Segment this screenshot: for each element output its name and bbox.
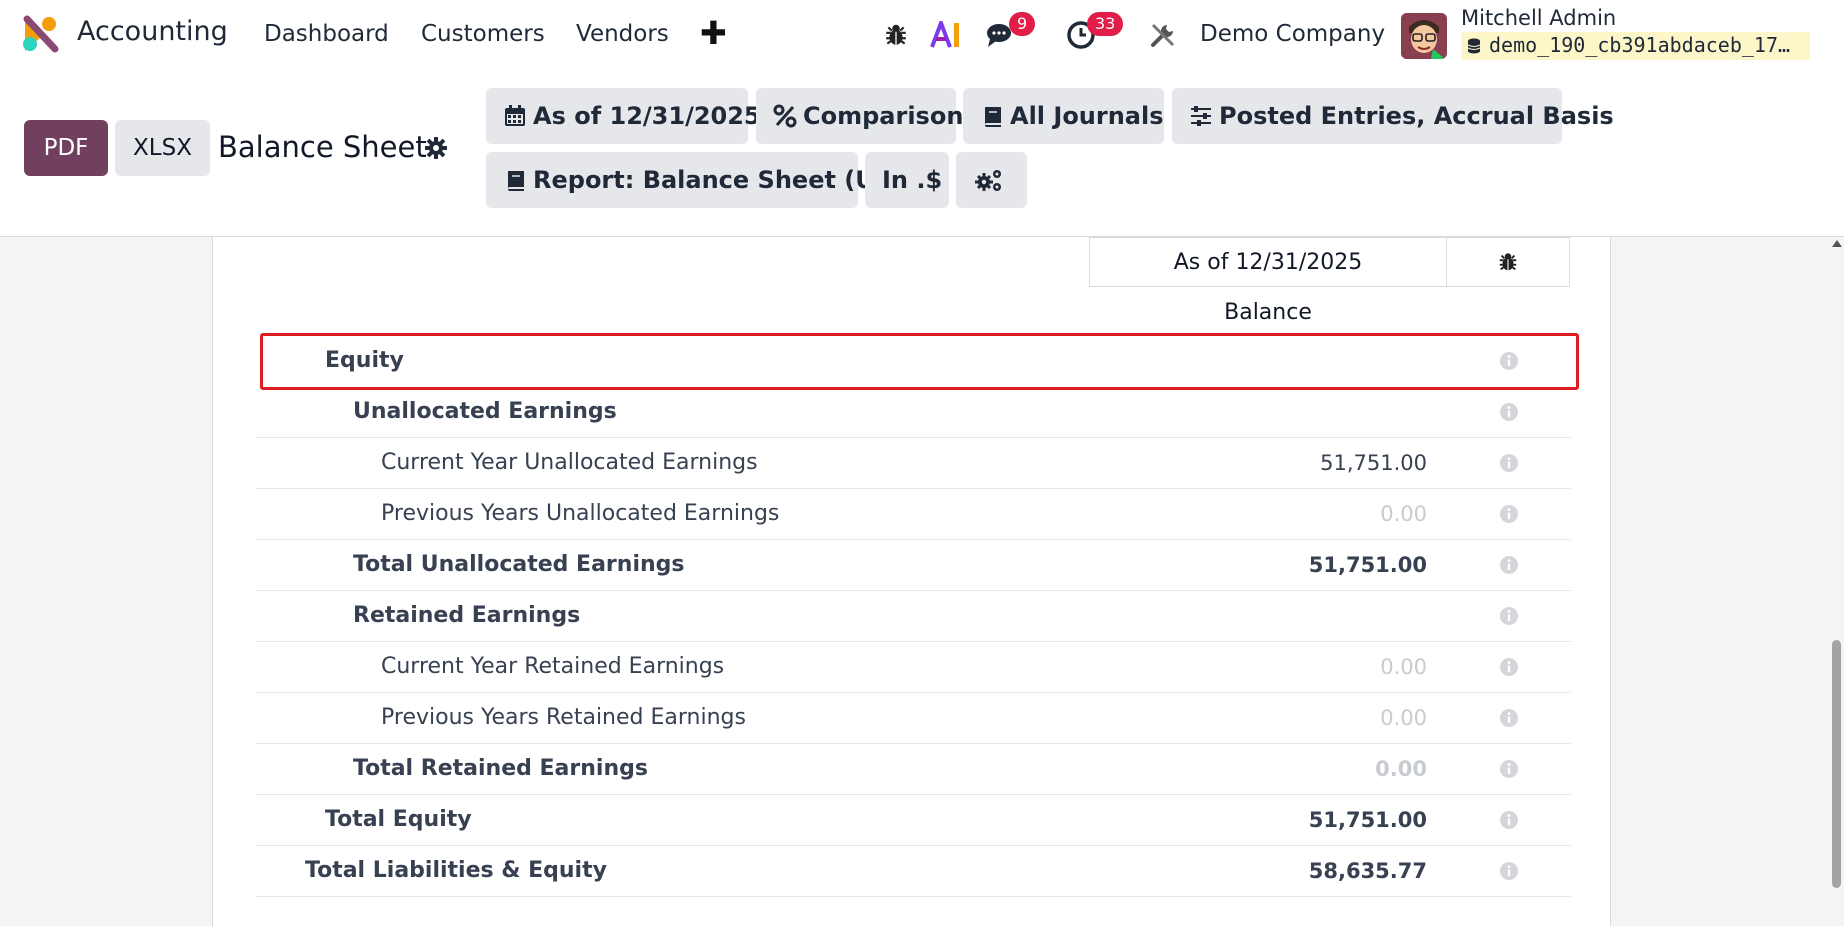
ai-icon[interactable] xyxy=(930,18,964,52)
report-line-row[interactable]: Retained Earnings xyxy=(256,591,1571,642)
line-amount[interactable]: 0.00 xyxy=(1375,757,1427,781)
report-variant-label: Report: Balance Sheet (US) xyxy=(533,166,904,194)
book-icon xyxy=(985,107,1001,127)
plus-icon[interactable]: ✚ xyxy=(700,14,727,52)
info-icon[interactable] xyxy=(1499,606,1519,626)
xlsx-button[interactable]: XLSX xyxy=(115,120,210,176)
info-icon[interactable] xyxy=(1499,402,1519,422)
database-name: demo_190_cb391abdaceb_17… xyxy=(1489,33,1791,57)
report-line-row[interactable]: Current Year Retained Earnings 0.00 xyxy=(256,642,1571,693)
report-line-row[interactable]: Total Liabilities & Equity 58,635.77 xyxy=(256,846,1571,897)
menu-customers[interactable]: Customers xyxy=(421,21,545,47)
info-icon[interactable] xyxy=(1499,810,1519,830)
currency-label: In .$ xyxy=(882,166,943,194)
line-label[interactable]: Previous Years Retained Earnings xyxy=(381,705,746,730)
info-icon[interactable] xyxy=(1499,504,1519,524)
journals-filter-button[interactable]: All Journals xyxy=(963,88,1164,144)
currency-button[interactable]: In .$ xyxy=(865,152,949,208)
comparison-filter-label: Comparison xyxy=(803,102,964,130)
activities-badge: 33 xyxy=(1087,12,1124,36)
info-icon[interactable] xyxy=(1499,555,1519,575)
line-label[interactable]: Unallocated Earnings xyxy=(353,399,617,424)
report-line-row[interactable]: Total Retained Earnings 0.00 xyxy=(256,744,1571,795)
line-amount[interactable]: 51,751.00 xyxy=(1309,553,1427,577)
database-chip: demo_190_cb391abdaceb_17… xyxy=(1461,32,1810,60)
messages-badge: 9 xyxy=(1009,12,1036,36)
line-label[interactable]: Total Unallocated Earnings xyxy=(353,552,685,577)
journals-filter-label: All Journals xyxy=(1010,102,1164,130)
comparison-filter-button[interactable]: Comparison xyxy=(756,88,963,144)
line-label[interactable]: Retained Earnings xyxy=(353,603,580,628)
line-label[interactable]: Current Year Retained Earnings xyxy=(381,654,724,679)
line-label[interactable]: Equity xyxy=(325,348,404,373)
scroll-up-arrow[interactable] xyxy=(1832,240,1842,247)
line-label[interactable]: Total Retained Earnings xyxy=(353,756,648,781)
info-icon[interactable] xyxy=(1499,453,1519,473)
column-header-date: As of 12/31/2025 xyxy=(1089,237,1447,287)
database-icon xyxy=(1467,38,1481,54)
sliders-icon xyxy=(1191,106,1211,126)
info-icon[interactable] xyxy=(1499,351,1519,371)
scrollbar-thumb[interactable] xyxy=(1832,640,1841,888)
info-icon[interactable] xyxy=(1499,759,1519,779)
options-filter-label: Posted Entries, Accrual Basis xyxy=(1219,102,1614,130)
top-navbar: Accounting Dashboard Customers Vendors ✚… xyxy=(0,0,1844,70)
options-filter-button[interactable]: Posted Entries, Accrual Basis xyxy=(1172,88,1614,144)
report-line-row[interactable]: Previous Years Retained Earnings 0.00 xyxy=(256,693,1571,744)
user-avatar[interactable] xyxy=(1401,13,1447,59)
control-panel: PDF XLSX Balance Sheet As of 12/31/2025 … xyxy=(0,70,1844,237)
menu-vendors[interactable]: Vendors xyxy=(576,21,669,47)
line-amount[interactable]: 0.00 xyxy=(1380,706,1427,730)
info-icon[interactable] xyxy=(1499,708,1519,728)
report-line-row[interactable]: Current Year Unallocated Earnings 51,751.… xyxy=(256,438,1571,489)
pdf-button[interactable]: PDF xyxy=(24,120,108,176)
calendar-icon xyxy=(505,105,525,126)
book-icon xyxy=(508,171,524,191)
report-sheet: As of 12/31/2025 Balance Equity Unallocat… xyxy=(212,237,1611,926)
settings-cogs-button[interactable] xyxy=(956,152,1027,208)
line-label[interactable]: Total Equity xyxy=(325,807,472,832)
date-filter-button[interactable]: As of 12/31/2025 xyxy=(486,88,761,144)
report-line-row[interactable]: Total Unallocated Earnings 51,751.00 xyxy=(256,540,1571,591)
info-icon[interactable] xyxy=(1499,657,1519,677)
line-label[interactable]: Previous Years Unallocated Earnings xyxy=(381,501,779,526)
bug-icon xyxy=(1499,253,1517,271)
settings-tools-icon[interactable] xyxy=(1146,18,1180,52)
balance-column-label: Balance xyxy=(1224,300,1312,325)
report-variant-button[interactable]: Report: Balance Sheet (US) xyxy=(486,152,903,208)
line-amount[interactable]: 58,635.77 xyxy=(1309,859,1427,883)
report-title: Balance Sheet xyxy=(218,130,427,164)
column-debug-header[interactable] xyxy=(1446,237,1570,287)
line-label[interactable]: Current Year Unallocated Earnings xyxy=(381,450,758,475)
company-switcher[interactable]: Demo Company xyxy=(1200,21,1385,47)
report-line-row[interactable]: Unallocated Earnings xyxy=(256,387,1571,438)
line-amount[interactable]: 0.00 xyxy=(1380,502,1427,526)
bug-icon[interactable] xyxy=(879,18,913,52)
info-icon[interactable] xyxy=(1499,861,1519,881)
menu-dashboard[interactable]: Dashboard xyxy=(264,21,389,47)
report-line-row[interactable]: Total Equity 51,751.00 xyxy=(256,795,1571,846)
date-filter-label: As of 12/31/2025 xyxy=(533,102,761,130)
report-line-row[interactable]: Equity xyxy=(256,336,1571,387)
line-amount[interactable]: 51,751.00 xyxy=(1309,808,1427,832)
percent-icon xyxy=(773,104,797,128)
report-line-row[interactable]: Previous Years Unallocated Earnings 0.00 xyxy=(256,489,1571,540)
accounting-app-icon[interactable] xyxy=(21,15,59,53)
line-amount[interactable]: 0.00 xyxy=(1380,655,1427,679)
user-name[interactable]: Mitchell Admin xyxy=(1461,6,1616,30)
line-amount[interactable]: 51,751.00 xyxy=(1320,451,1427,475)
cogs-icon xyxy=(975,170,1001,191)
line-label[interactable]: Total Liabilities & Equity xyxy=(305,858,607,883)
gear-icon[interactable] xyxy=(424,136,448,160)
app-name[interactable]: Accounting xyxy=(77,16,228,47)
